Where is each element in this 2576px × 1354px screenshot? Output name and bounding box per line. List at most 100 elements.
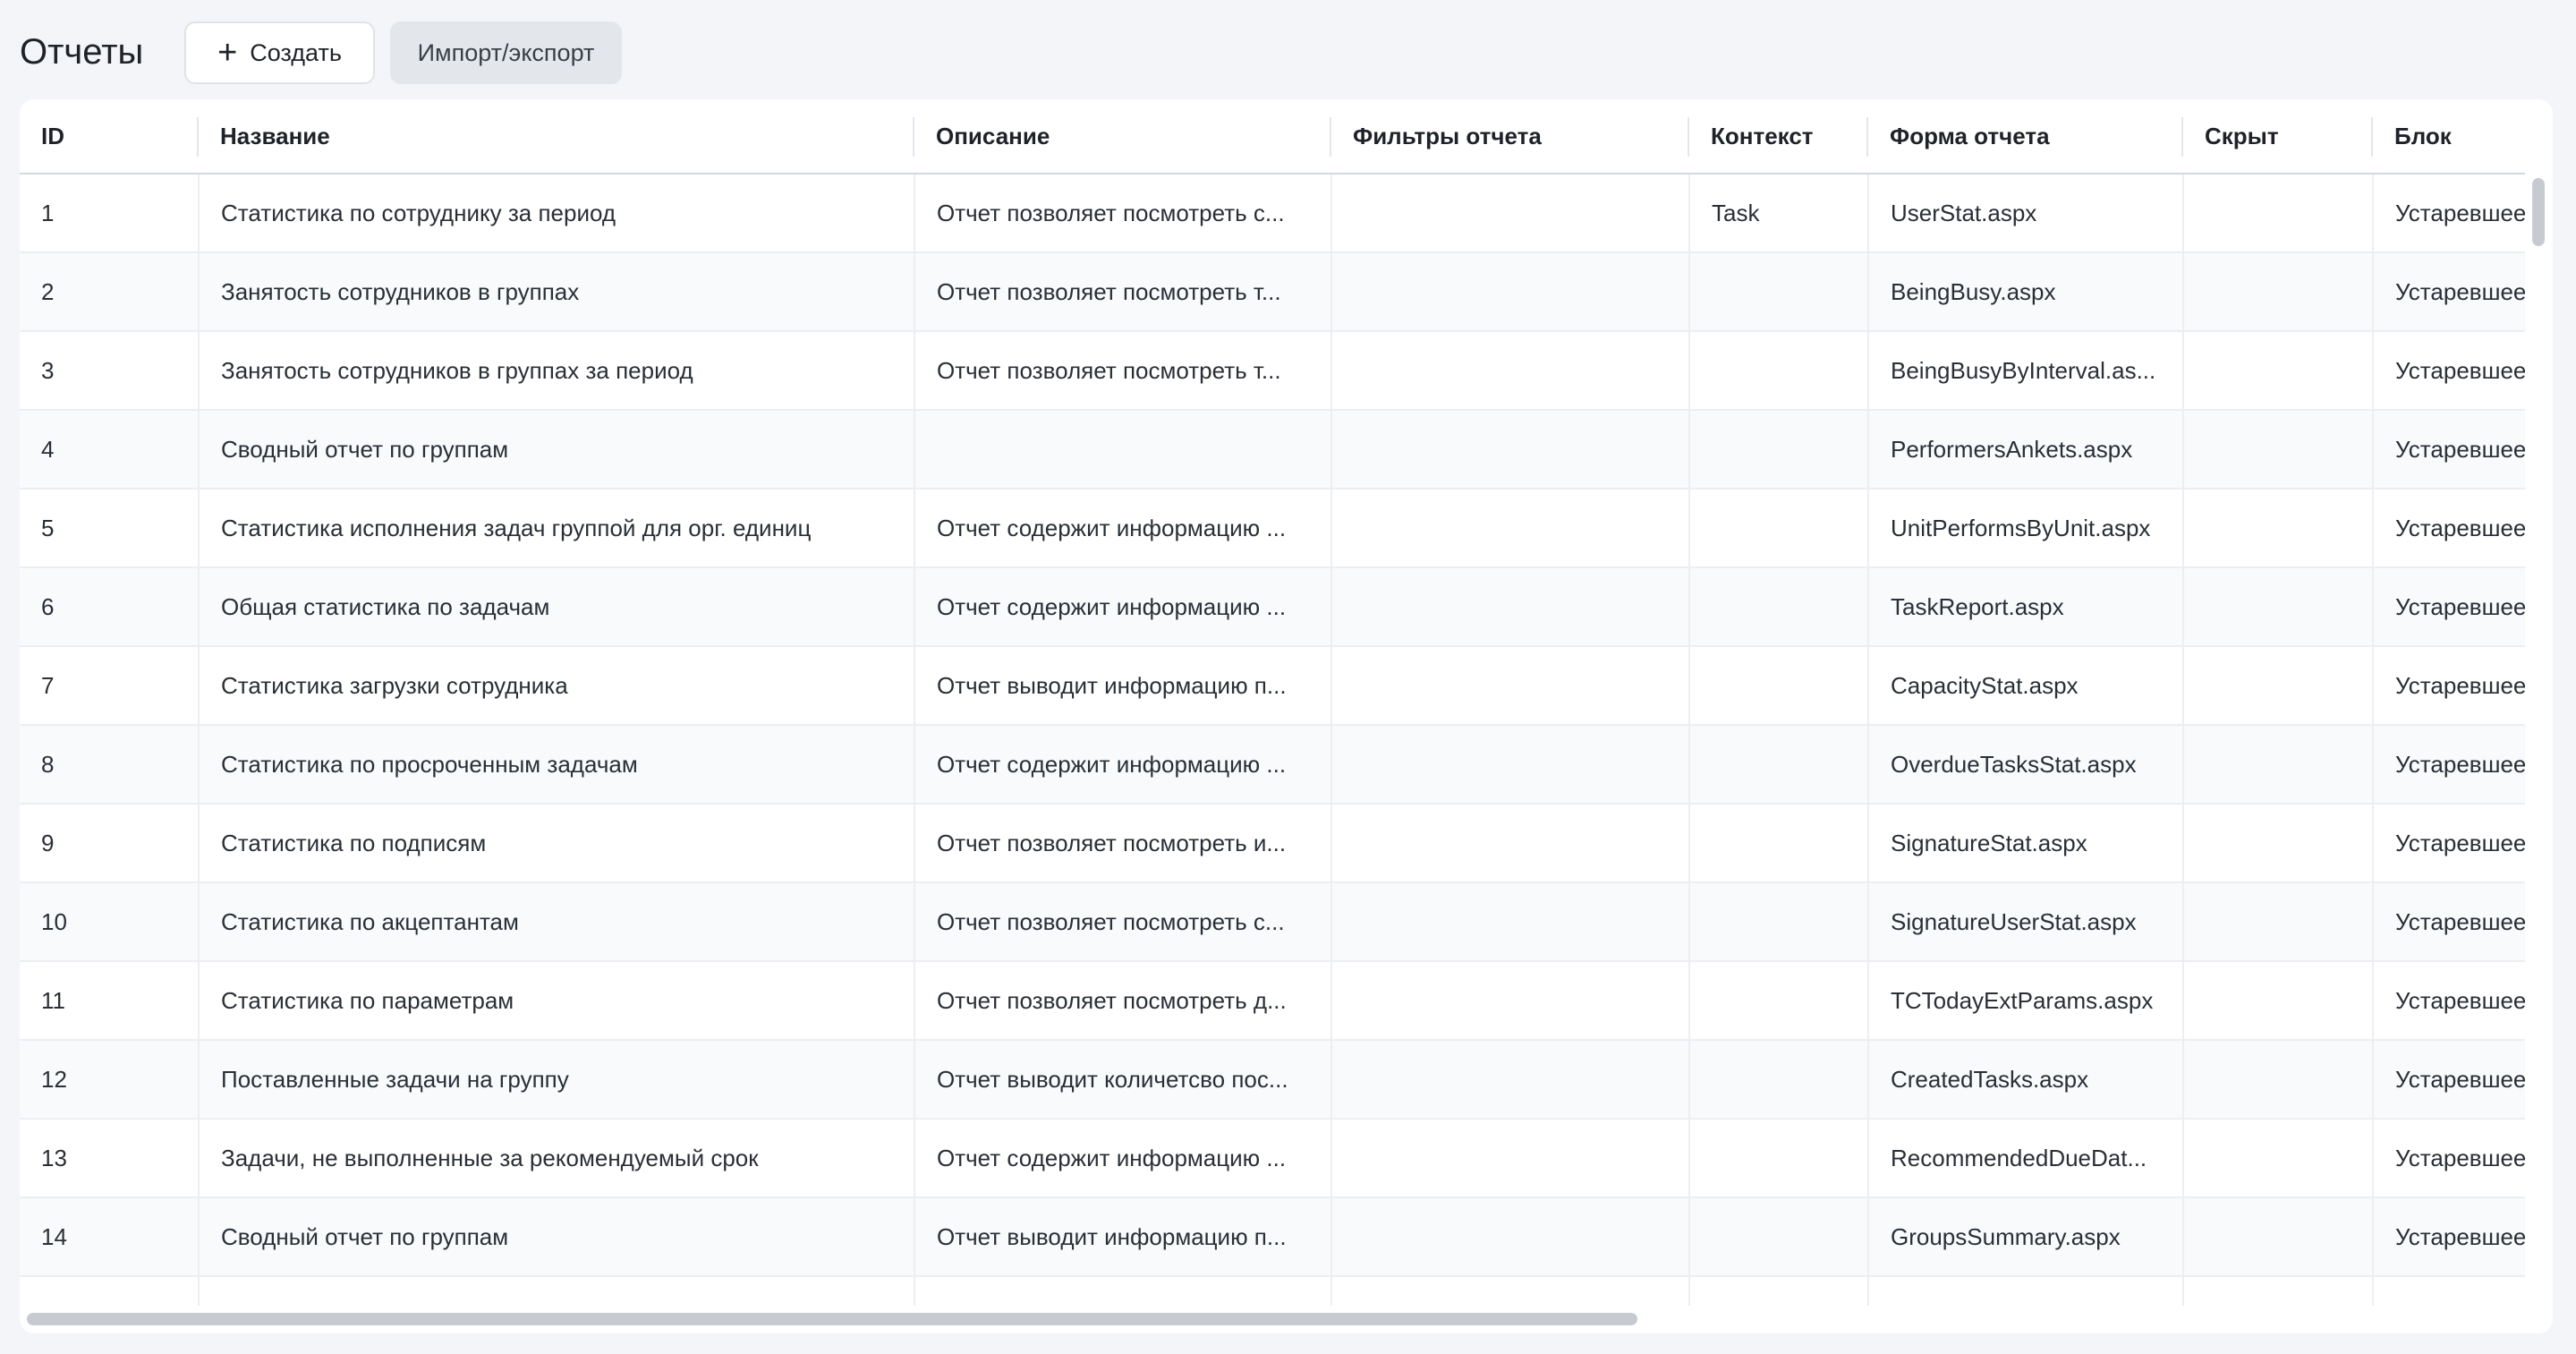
column-header-label: Скрыт bbox=[2205, 122, 2279, 149]
cell-hidden bbox=[2183, 725, 2374, 805]
table-row[interactable]: 13 Задачи, не выполненные за рекомендуемы… bbox=[20, 1119, 2525, 1198]
column-header-form[interactable]: Форма отчета bbox=[1868, 99, 2183, 175]
cell-block: Устаревшее bbox=[2373, 882, 2525, 962]
cell-name: Занятость сотрудников в группах bbox=[199, 252, 915, 332]
cell-block: Устаревшее bbox=[2373, 804, 2525, 883]
cell-block: Устаревшее bbox=[2373, 410, 2525, 490]
cell-name: Общая статистика по задачам bbox=[199, 567, 915, 647]
cell-description: Отчет выводит информацию п... bbox=[914, 646, 1332, 726]
cell-name: Поставленные задачи на группу bbox=[199, 1040, 915, 1120]
table-row[interactable]: 4 Сводный отчет по группам PerformersAnket… bbox=[20, 410, 2525, 490]
cell-filters bbox=[1331, 646, 1690, 726]
cell-description: Отчет содержит информацию ... bbox=[914, 489, 1332, 568]
cell-filters bbox=[1331, 489, 1690, 568]
cell-filters bbox=[1331, 1197, 1690, 1277]
cell-filters bbox=[1331, 961, 1690, 1041]
vertical-scrollbar[interactable] bbox=[2525, 99, 2553, 1306]
column-header-label: Фильтры отчета bbox=[1353, 122, 1542, 149]
cell-name: Занятость сотрудников в группах за перио… bbox=[199, 331, 915, 411]
cell-block: Устаревшее bbox=[2373, 1040, 2525, 1120]
cell-block: Устаревшее bbox=[2373, 1119, 2525, 1198]
cell-id: 2 bbox=[20, 252, 200, 332]
table-row[interactable]: 9 Статистика по подписям Отчет позволяет п… bbox=[20, 804, 2525, 883]
cell-id bbox=[20, 1276, 200, 1306]
cell-name: Статистика загрузки сотрудника bbox=[199, 646, 915, 726]
horizontal-scrollbar[interactable] bbox=[20, 1306, 2553, 1333]
table-row[interactable]: 11 Статистика по параметрам Отчет позволяе… bbox=[20, 961, 2525, 1041]
table-row[interactable]: 14 Сводный отчет по группам Отчет выводит … bbox=[20, 1197, 2525, 1277]
cell-filters bbox=[1331, 410, 1690, 490]
column-header-id[interactable]: ID bbox=[20, 99, 199, 175]
cell-context bbox=[1689, 410, 1869, 490]
cell-form: SignatureStat.aspx bbox=[1868, 804, 2184, 883]
column-header-description[interactable]: Описание bbox=[914, 99, 1331, 175]
cell-form: UserStat.aspx bbox=[1868, 174, 2184, 253]
page-title: Отчеты bbox=[20, 32, 144, 72]
cell-block: Устаревшее bbox=[2373, 252, 2525, 332]
cell-form: TCTodayExtParams.aspx bbox=[1868, 961, 2184, 1041]
column-header-name[interactable]: Название bbox=[199, 99, 914, 175]
cell-hidden bbox=[2183, 331, 2374, 411]
cell-hidden bbox=[2183, 1197, 2374, 1277]
cell-description: Отчет выводит количетсво пос... bbox=[914, 1040, 1332, 1120]
cell-id: 13 bbox=[20, 1119, 200, 1198]
column-header-label: ID bbox=[41, 122, 64, 149]
scrollbar-corner bbox=[2525, 1306, 2553, 1333]
vertical-scrollbar-thumb[interactable] bbox=[2532, 178, 2545, 246]
table-row[interactable]: 3 Занятость сотрудников в группах за пери… bbox=[20, 331, 2525, 411]
cell-block bbox=[2373, 1276, 2525, 1306]
table-row[interactable]: 1 Статистика по сотруднику за период Отчет… bbox=[20, 174, 2525, 253]
cell-context bbox=[1689, 252, 1869, 332]
table-body: 1 Статистика по сотруднику за период Отчет… bbox=[20, 174, 2525, 1306]
table-row[interactable]: 8 Статистика по просроченным задачам Отчет… bbox=[20, 725, 2525, 805]
table-row[interactable]: 6 Общая статистика по задачам Отчет содерж… bbox=[20, 567, 2525, 647]
cell-description: Отчет позволяет посмотреть с... bbox=[914, 882, 1332, 962]
cell-context bbox=[1689, 1119, 1869, 1198]
cell-hidden bbox=[2183, 174, 2374, 253]
cell-hidden bbox=[2183, 1119, 2374, 1198]
column-header-block[interactable]: Блок bbox=[2373, 99, 2525, 175]
cell-id: 5 bbox=[20, 489, 200, 568]
cell-id: 4 bbox=[20, 410, 200, 490]
cell-hidden bbox=[2183, 961, 2374, 1041]
cell-context bbox=[1689, 1276, 1869, 1306]
cell-hidden bbox=[2183, 804, 2374, 883]
column-header-hidden[interactable]: Скрыт bbox=[2183, 99, 2373, 175]
cell-filters bbox=[1331, 1119, 1690, 1198]
cell-description: Отчет позволяет посмотреть т... bbox=[914, 252, 1332, 332]
cell-filters bbox=[1331, 252, 1690, 332]
cell-context bbox=[1689, 331, 1869, 411]
table-header-row: ID Название Описание Фильтры отчета Контекст… bbox=[20, 99, 2525, 175]
cell-block: Устаревшее bbox=[2373, 961, 2525, 1041]
table-row[interactable]: 10 Статистика по акцептантам Отчет позволя… bbox=[20, 882, 2525, 962]
cell-block: Устаревшее bbox=[2373, 174, 2525, 253]
cell-context bbox=[1689, 1197, 1869, 1277]
cell-description: Отчет позволяет посмотреть д... bbox=[914, 961, 1332, 1041]
horizontal-scrollbar-thumb[interactable] bbox=[27, 1313, 1637, 1325]
table-row[interactable]: 7 Статистика загрузки сотрудника Отчет выв… bbox=[20, 646, 2525, 726]
table-row[interactable]: 2 Занятость сотрудников в группах Отчет по… bbox=[20, 252, 2525, 332]
column-header-context[interactable]: Контекст bbox=[1689, 99, 1868, 175]
cell-filters bbox=[1331, 725, 1690, 805]
cell-id: 8 bbox=[20, 725, 200, 805]
cell-context bbox=[1689, 725, 1869, 805]
table-row[interactable]: 12 Поставленные задачи на группу Отчет выв… bbox=[20, 1040, 2525, 1120]
column-header-filters[interactable]: Фильтры отчета bbox=[1331, 99, 1689, 175]
cell-block: Устаревшее bbox=[2373, 646, 2525, 726]
create-button[interactable]: + Создать bbox=[184, 21, 375, 84]
table-row[interactable] bbox=[20, 1276, 2525, 1306]
cell-hidden bbox=[2183, 1040, 2374, 1120]
cell-description: Отчет содержит информацию ... bbox=[914, 725, 1332, 805]
cell-context bbox=[1689, 882, 1869, 962]
cell-filters bbox=[1331, 1040, 1690, 1120]
cell-context bbox=[1689, 646, 1869, 726]
column-header-label: Контекст bbox=[1711, 122, 1814, 149]
import-export-button[interactable]: Импорт/экспорт bbox=[390, 21, 622, 84]
reports-table-card: ID Название Описание Фильтры отчета Контекст… bbox=[20, 99, 2553, 1333]
create-button-label: Создать bbox=[250, 38, 342, 66]
cell-context bbox=[1689, 1040, 1869, 1120]
cell-filters bbox=[1331, 567, 1690, 647]
table-row[interactable]: 5 Статистика исполнения задач группой для… bbox=[20, 489, 2525, 568]
cell-id: 3 bbox=[20, 331, 200, 411]
cell-form: PerformersAnkets.aspx bbox=[1868, 410, 2184, 490]
